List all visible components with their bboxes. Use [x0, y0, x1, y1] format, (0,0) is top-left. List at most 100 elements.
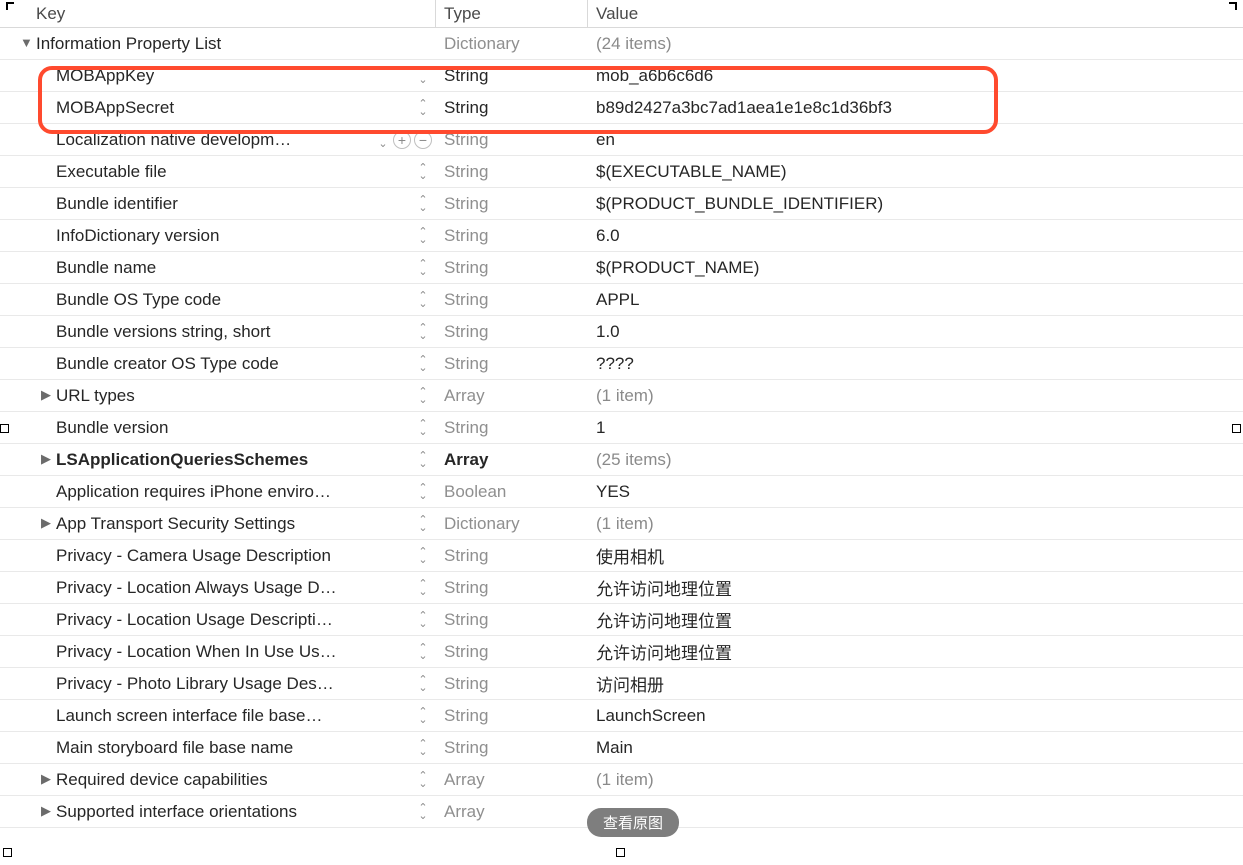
key-cell[interactable]: Application requires iPhone enviro… [0, 476, 436, 508]
disclosure-triangle-closed-icon[interactable]: ▶ [40, 451, 52, 467]
plist-row[interactable]: Privacy - Location Usage Descripti…Strin… [0, 604, 1243, 636]
key-stepper-icon[interactable] [416, 98, 430, 118]
key-stepper-icon[interactable] [416, 802, 430, 822]
key-cell[interactable]: Bundle version [0, 412, 436, 444]
disclosure-triangle-closed-icon[interactable]: ▶ [40, 515, 52, 531]
key-cell[interactable]: Privacy - Location Usage Descripti… [0, 604, 436, 636]
type-cell[interactable]: String [436, 668, 588, 700]
key-stepper-icon[interactable] [416, 610, 430, 630]
key-stepper-icon[interactable] [416, 258, 430, 278]
plist-row[interactable]: Bundle creator OS Type codeString???? [0, 348, 1243, 380]
key-stepper-icon[interactable] [416, 450, 430, 470]
value-cell[interactable]: (1 item) [588, 380, 1243, 412]
key-stepper-icon[interactable] [416, 482, 430, 502]
key-cell[interactable]: Privacy - Photo Library Usage Des… [0, 668, 436, 700]
value-cell[interactable]: LaunchScreen [588, 700, 1243, 732]
disclosure-triangle-closed-icon[interactable]: ▶ [40, 771, 52, 787]
plist-row[interactable]: Bundle versionString1 [0, 412, 1243, 444]
value-cell[interactable]: $(EXECUTABLE_NAME) [588, 156, 1243, 188]
type-cell[interactable]: String [436, 732, 588, 764]
key-stepper-icon[interactable] [416, 578, 430, 598]
type-cell[interactable]: String [436, 604, 588, 636]
value-cell[interactable]: (1 item) [588, 764, 1243, 796]
key-cell[interactable]: MOBAppKey [0, 60, 436, 92]
value-cell[interactable]: (25 items) [588, 444, 1243, 476]
key-cell[interactable]: ▶App Transport Security Settings [0, 508, 436, 540]
key-cell[interactable]: MOBAppSecret [0, 92, 436, 124]
type-cell[interactable]: String [436, 188, 588, 220]
value-cell[interactable]: b89d2427a3bc7ad1aea1e1e8c1d36bf3 [588, 92, 1243, 124]
remove-row-button[interactable]: − [414, 131, 432, 149]
type-cell[interactable]: Array [436, 796, 588, 828]
key-cell[interactable]: Executable file [0, 156, 436, 188]
key-stepper-icon[interactable] [416, 290, 430, 310]
root-type-cell[interactable]: Dictionary [436, 28, 588, 60]
plist-row[interactable]: ▶URL typesArray(1 item) [0, 380, 1243, 412]
type-cell[interactable]: String [436, 124, 588, 156]
disclosure-triangle-closed-icon[interactable]: ▶ [40, 803, 52, 819]
plist-row[interactable]: ▶App Transport Security SettingsDictiona… [0, 508, 1243, 540]
key-stepper-icon[interactable] [416, 66, 430, 86]
key-stepper-icon[interactable] [416, 386, 430, 406]
plist-row[interactable]: Main storyboard file base nameStringMain [0, 732, 1243, 764]
disclosure-triangle-closed-icon[interactable]: ▶ [40, 387, 52, 403]
view-original-button[interactable]: 查看原图 [587, 808, 679, 837]
plist-row[interactable]: Privacy - Photo Library Usage Des…String… [0, 668, 1243, 700]
type-cell[interactable]: String [436, 92, 588, 124]
key-cell[interactable]: ▶LSApplicationQueriesSchemes [0, 444, 436, 476]
value-cell[interactable]: mob_a6b6c6d6 [588, 60, 1243, 92]
type-cell[interactable]: String [436, 60, 588, 92]
plist-row[interactable]: Launch screen interface file base…String… [0, 700, 1243, 732]
key-stepper-icon[interactable] [416, 514, 430, 534]
type-cell[interactable]: Array [436, 764, 588, 796]
value-cell[interactable]: ???? [588, 348, 1243, 380]
value-cell[interactable]: 允许访问地理位置 [588, 636, 1243, 668]
value-cell[interactable]: 1 [588, 412, 1243, 444]
value-cell[interactable]: 访问相册 [588, 668, 1243, 700]
value-cell[interactable]: en [588, 124, 1243, 156]
type-cell[interactable]: Dictionary [436, 508, 588, 540]
key-stepper-icon[interactable] [416, 738, 430, 758]
key-cell[interactable]: Privacy - Location When In Use Us… [0, 636, 436, 668]
key-stepper-icon[interactable] [416, 770, 430, 790]
type-cell[interactable]: String [436, 572, 588, 604]
key-stepper-icon[interactable] [416, 194, 430, 214]
key-cell[interactable]: Localization native developm…+− [0, 124, 436, 156]
key-cell[interactable]: Bundle creator OS Type code [0, 348, 436, 380]
plist-row[interactable]: Bundle nameString$(PRODUCT_NAME) [0, 252, 1243, 284]
value-cell[interactable]: YES [588, 476, 1243, 508]
value-cell[interactable]: 1.0 [588, 316, 1243, 348]
disclosure-triangle-open-icon[interactable]: ▼ [20, 35, 32, 50]
type-cell[interactable]: Array [436, 380, 588, 412]
type-cell[interactable]: String [436, 700, 588, 732]
key-cell[interactable]: Launch screen interface file base… [0, 700, 436, 732]
key-stepper-icon[interactable] [416, 674, 430, 694]
column-header-value[interactable]: Value [588, 0, 1243, 28]
value-cell[interactable]: 6.0 [588, 220, 1243, 252]
type-cell[interactable]: String [436, 156, 588, 188]
plist-row[interactable]: ▶Required device capabilitiesArray(1 ite… [0, 764, 1243, 796]
root-value-cell[interactable]: (24 items) [588, 28, 1243, 60]
type-cell[interactable]: String [436, 348, 588, 380]
value-cell[interactable]: (1 item) [588, 508, 1243, 540]
plist-row[interactable]: Localization native developm…+−Stringen [0, 124, 1243, 156]
key-stepper-icon[interactable] [376, 130, 390, 150]
key-cell[interactable]: ▶URL types [0, 380, 436, 412]
plist-row[interactable]: Application requires iPhone enviro…Boole… [0, 476, 1243, 508]
value-cell[interactable]: 允许访问地理位置 [588, 572, 1243, 604]
type-cell[interactable]: String [436, 316, 588, 348]
key-stepper-icon[interactable] [416, 546, 430, 566]
key-cell[interactable]: Main storyboard file base name [0, 732, 436, 764]
plist-root-row[interactable]: ▼ Information Property List Dictionary (… [0, 28, 1243, 60]
type-cell[interactable]: String [436, 540, 588, 572]
type-cell[interactable]: String [436, 220, 588, 252]
key-cell[interactable]: ▶Required device capabilities [0, 764, 436, 796]
type-cell[interactable]: String [436, 412, 588, 444]
value-cell[interactable]: Main [588, 732, 1243, 764]
key-cell[interactable]: Bundle name [0, 252, 436, 284]
value-cell[interactable]: 允许访问地理位置 [588, 604, 1243, 636]
type-cell[interactable]: Array [436, 444, 588, 476]
key-cell[interactable]: Privacy - Location Always Usage D… [0, 572, 436, 604]
plist-row[interactable]: Bundle OS Type codeStringAPPL [0, 284, 1243, 316]
key-cell[interactable]: Bundle OS Type code [0, 284, 436, 316]
